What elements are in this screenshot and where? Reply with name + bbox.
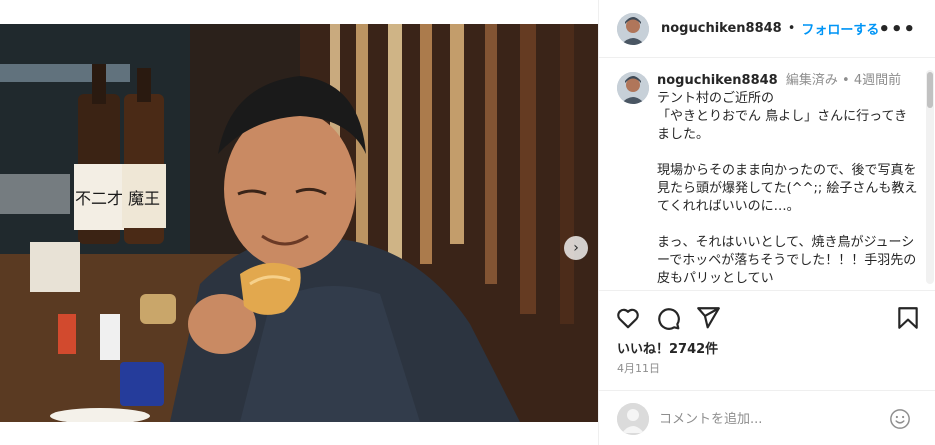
post-header: noguchiken8848 • フォローする ••• [599,0,935,58]
more-options-icon[interactable]: ••• [878,19,916,40]
heart-icon[interactable] [615,305,641,331]
bottle-label-2: 魔王 [128,189,160,208]
post-side-panel: noguchiken8848 • フォローする ••• noguchiken88 [598,0,935,445]
avatar-image [617,12,649,45]
username-link[interactable]: noguchiken8848 [661,21,782,36]
comment-icon[interactable] [655,305,681,331]
share-icon[interactable] [695,305,721,331]
follow-button[interactable]: フォローする [801,19,879,38]
avatar[interactable] [617,12,649,45]
avatar-image [617,72,649,104]
comment-input[interactable] [659,408,879,430]
caption-meta: noguchiken8848 編集済み • 4週間前 [657,72,919,90]
photo-illustration: 不二才 魔王 [0,24,598,422]
bookmark-icon[interactable] [895,305,921,331]
next-photo-button[interactable]: › [564,236,588,260]
comment-bar [599,390,935,445]
instagram-post-modal: 不二才 魔王 › noguchiken8848 • フォローする ••• nog… [0,0,935,445]
scrollbar-thumb[interactable] [927,72,933,108]
caption-scrollbar[interactable] [926,70,934,284]
action-bar [599,290,935,338]
caption-area: noguchiken8848 編集済み • 4週間前 テント村のご近所の 「やき… [599,58,935,290]
bottle-label-1: 不二才 [75,189,123,208]
edited-label: 編集済み [785,73,838,88]
header-separator: • [787,21,796,36]
current-user-avatar [617,403,649,435]
caption-body: noguchiken8848 編集済み • 4週間前 テント村のご近所の 「やき… [657,72,919,288]
chevron-right-icon: › [573,240,579,256]
post-date[interactable]: 4月11日 [617,360,660,376]
caption-text: テント村のご近所の 「やきとりおでん 鳥よし」さんに行ってきました。 現場からそ… [657,91,918,286]
post-time: 4週間前 [853,73,902,88]
caption-avatar[interactable] [617,72,649,104]
caption-separator: • [842,73,850,88]
likes-count[interactable]: いいね！2742件 [617,338,718,357]
post-photo[interactable]: 不二才 魔王 › [0,24,598,422]
default-avatar-icon [617,403,649,435]
emoji-icon[interactable] [889,408,911,430]
caption-username[interactable]: noguchiken8848 [657,73,778,88]
